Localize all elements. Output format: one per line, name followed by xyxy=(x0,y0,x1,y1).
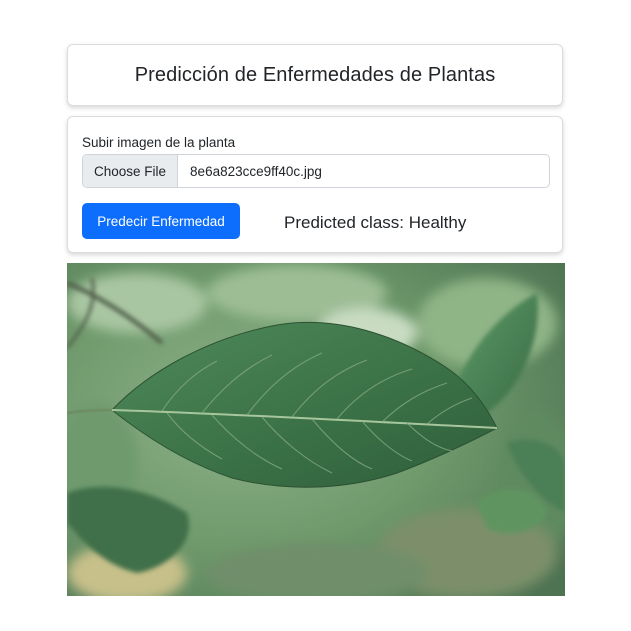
page-title: Predicción de Enfermedades de Plantas xyxy=(134,63,496,86)
upload-form-card: Subir imagen de la planta Choose File 8e… xyxy=(67,116,563,253)
predict-disease-button[interactable]: Predecir Enfermedad xyxy=(82,203,240,239)
selected-file-name: 8e6a823cce9ff40c.jpg xyxy=(190,163,322,179)
uploaded-plant-image xyxy=(67,263,565,596)
prediction-result: Predicted class: Healthy xyxy=(284,213,467,232)
file-input[interactable]: Choose File 8e6a823cce9ff40c.jpg xyxy=(82,154,550,188)
title-card: Predicción de Enfermedades de Plantas xyxy=(67,44,563,106)
upload-label: Subir imagen de la planta xyxy=(82,135,236,150)
choose-file-button[interactable]: Choose File xyxy=(83,155,179,187)
